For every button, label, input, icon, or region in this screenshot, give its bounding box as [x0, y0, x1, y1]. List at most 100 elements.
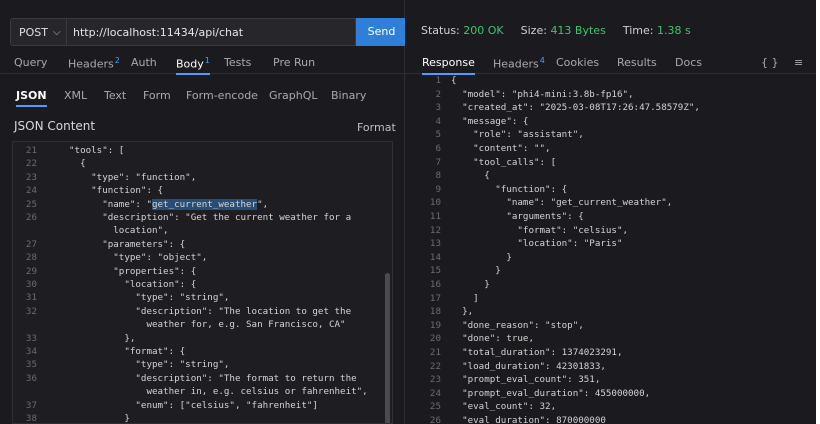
line-code: "content": "",: [451, 143, 551, 154]
line-code: }: [451, 251, 512, 263]
line-code: "description": "The format to return the: [69, 372, 357, 384]
line-number: 16: [429, 279, 441, 290]
line-number: 22: [25, 158, 37, 170]
body-tab-form[interactable]: Form: [143, 89, 171, 102]
line-number: 18: [429, 306, 441, 318]
tab-label: Headers: [68, 57, 114, 71]
tab-pre-run[interactable]: Pre Run: [273, 56, 315, 69]
line-code: "description": "Get the current weather …: [69, 212, 352, 223]
line-code: "tools": [: [69, 145, 125, 156]
size-value: 413 Bytes: [550, 24, 606, 37]
body-tab-form-encode[interactable]: Form-encode: [186, 89, 258, 102]
line-code: }: [69, 413, 130, 424]
line-number: 21: [25, 145, 37, 156]
status-label: Status:: [421, 24, 460, 37]
line-code: location",: [69, 225, 169, 237]
menu-icon[interactable]: ≡: [794, 56, 803, 69]
line-number: 3: [435, 102, 441, 114]
line-number: 30: [25, 279, 37, 290]
line-number: 20: [429, 333, 441, 345]
tab-label: Headers: [493, 57, 539, 71]
braces-icon[interactable]: { }: [761, 56, 779, 69]
line-code: weather in, e.g. celsius or fahrenheit",: [69, 386, 368, 398]
time-label: Time:: [622, 24, 654, 37]
tab-badge: 2: [114, 56, 120, 65]
editor-scrollbar[interactable]: [385, 273, 390, 423]
tab-docs[interactable]: Docs: [675, 56, 702, 69]
line-code: "role": "assistant",: [451, 129, 584, 141]
line-number: 31: [25, 292, 37, 304]
line-code: },: [69, 332, 136, 344]
line-code: "format": "celsius",: [451, 224, 629, 236]
line-code: "type": "object",: [69, 252, 208, 264]
tab-label: Auth: [131, 56, 157, 69]
line-number: 14: [429, 251, 441, 263]
selected-text: get_current_weather: [151, 198, 258, 210]
tab-results[interactable]: Results: [617, 56, 657, 69]
line-number: 13: [429, 238, 441, 250]
tab-query[interactable]: Query: [14, 56, 47, 69]
line-code: "type": "string",: [69, 359, 230, 371]
line-code: ]: [451, 292, 479, 304]
tab-label: Docs: [675, 56, 702, 69]
body-tab-text[interactable]: Text: [104, 89, 126, 102]
line-number: 28: [25, 252, 37, 264]
request-tabs: Query Headers2 Auth Body1 Tests Pre Run: [0, 52, 405, 75]
line-code: },: [451, 306, 474, 318]
line-code: "total_duration": 1374023291,: [451, 347, 623, 358]
line-code: "properties": {: [69, 265, 197, 277]
tab-label: Results: [617, 56, 657, 69]
line-number: 25: [25, 198, 37, 210]
tab-label: Response: [422, 56, 475, 69]
request-panel: POST ⌵ http://localhost:11434/api/chat S…: [0, 0, 407, 424]
line-code: "done": true,: [451, 333, 534, 345]
url-bar: POST ⌵ http://localhost:11434/api/chat S…: [10, 18, 407, 46]
send-button[interactable]: Send: [356, 18, 407, 46]
tab-response[interactable]: Response: [422, 56, 475, 75]
line-code: "location": "Paris": [451, 238, 623, 250]
line-code: "function": {: [69, 185, 164, 197]
line-code: "description": "The location to get the: [69, 305, 352, 317]
format-button[interactable]: Format: [357, 121, 396, 134]
line-code: "eval_duration": 870000000: [451, 415, 606, 424]
line-number: 21: [429, 347, 441, 358]
line-code: "name": "get_current_weather",: [69, 198, 269, 210]
api-client-window: POST ⌵ http://localhost:11434/api/chat S…: [0, 0, 820, 424]
body-tab-graphql[interactable]: GraphQL: [269, 89, 318, 102]
line-number: 6: [435, 143, 441, 154]
method-label: POST: [19, 26, 48, 39]
tab-auth[interactable]: Auth: [131, 56, 157, 69]
tab-badge: 1: [204, 56, 210, 65]
editor-title: JSON Content: [14, 119, 96, 133]
line-number: 15: [429, 265, 441, 277]
tab-response-headers[interactable]: Headers4: [493, 56, 545, 71]
line-number: 23: [25, 171, 37, 183]
line-code: "done_reason": "stop",: [451, 319, 584, 331]
body-tab-json[interactable]: JSON: [16, 89, 47, 107]
line-code: "name": "get_current_weather",: [451, 197, 673, 209]
line-number: 35: [25, 359, 37, 371]
url-input[interactable]: http://localhost:11434/api/chat: [66, 18, 356, 46]
tab-headers[interactable]: Headers2: [68, 56, 120, 71]
line-number: 38: [25, 413, 37, 424]
json-editor[interactable]: 21 "tools": [22 {23 "type": "function", 24…: [12, 141, 393, 424]
tab-label: Query: [14, 56, 48, 69]
body-tab-xml[interactable]: XML: [64, 89, 87, 102]
tab-cookies[interactable]: Cookies: [556, 56, 599, 69]
body-tab-binary[interactable]: Binary: [331, 89, 366, 102]
line-number: 24: [429, 387, 441, 399]
body-type-tabs: JSON XML Text Form Form-encode GraphQL B…: [0, 86, 405, 107]
line-code: "eval_count": 32,: [451, 401, 557, 413]
tab-label: Pre Run: [273, 56, 316, 69]
line-number: 23: [429, 374, 441, 386]
line-number: 2: [435, 88, 441, 100]
line-code: "enum": ["celsius", "fahrenheit"]: [69, 399, 318, 411]
line-number: 9: [435, 183, 441, 195]
method-select[interactable]: POST ⌵: [10, 18, 66, 46]
response-body[interactable]: 1 {2 "model": "phi4-mini:3.8b-fp16", 3 "cr…: [405, 74, 816, 424]
tab-tests[interactable]: Tests: [224, 56, 251, 69]
response-panel: Status: 200 OK Size: 413 Bytes Time: 1.3…: [405, 0, 816, 424]
tab-body[interactable]: Body1: [176, 56, 210, 75]
line-code: {: [451, 170, 490, 182]
response-status-row: Status: 200 OK Size: 413 Bytes Time: 1.3…: [421, 24, 691, 37]
